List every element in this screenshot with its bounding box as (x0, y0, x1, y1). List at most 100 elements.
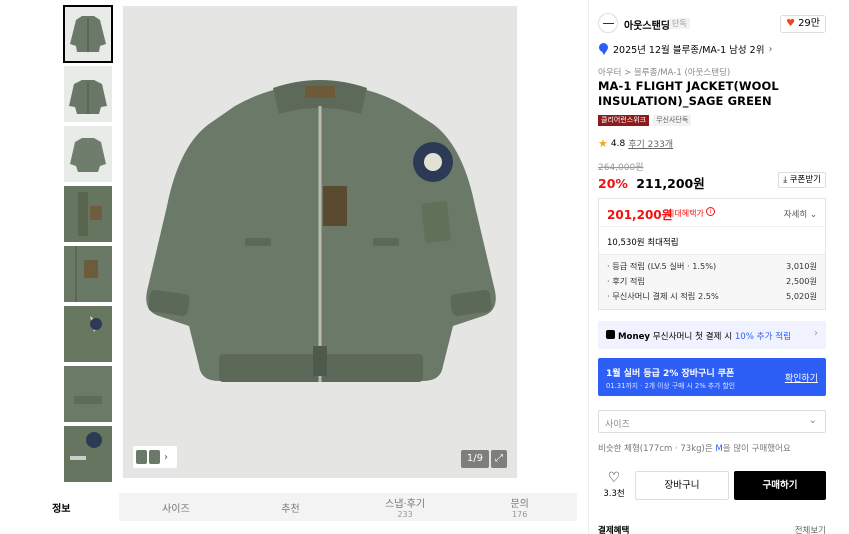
thumbnail-8[interactable] (64, 426, 112, 482)
thumbnail-1[interactable] (63, 5, 113, 63)
product-title: MA-1 FLIGHT JACKET(WOOL INSULATION)_SAGE… (598, 79, 779, 108)
mini-thumb-1 (136, 450, 147, 464)
fit-prefix: 비슷한 체형(177cm · 73kg)은 (598, 444, 716, 454)
heart-outline-icon: ♡ (607, 470, 621, 486)
brand-logo[interactable] (598, 13, 618, 33)
tab-count: 233 (397, 510, 413, 519)
money-banner[interactable]: Money 무신사머니 첫 결제 시 10% 추가 적립 › (598, 321, 826, 349)
payment-benefit-row: 결제혜택 전체보기 (598, 524, 826, 534)
coupon-button[interactable]: ⤓ 쿠폰받기 (778, 172, 826, 188)
brand-tag: 단독 (669, 18, 690, 29)
product-like-count: 3.3천 (603, 489, 625, 499)
tab-recommend[interactable]: 추천 (233, 493, 348, 521)
thumbnail-list (63, 5, 113, 486)
tab-info[interactable]: 정보 (4, 493, 119, 521)
brand-name[interactable]: 아웃스탠딩 (624, 17, 670, 32)
rank-link[interactable]: 2025년 12월 블루종/MA-1 남성 2위 › (598, 42, 772, 56)
points-row-review: · 후기 적립 2,500원 (607, 274, 817, 289)
fit-suffix: 을 많이 구매했어요 (722, 444, 791, 454)
tab-inquiry[interactable]: 문의 176 (462, 493, 577, 521)
action-row: ♡ 3.3천 장바구니 구매하기 (598, 471, 826, 501)
tab-reviews[interactable]: 스냅·후기 233 (347, 493, 463, 521)
product-tabs: 정보 사이즈 추천 스냅·후기 233 문의 176 (4, 493, 577, 521)
brand-row: 아웃스탠딩 단독 ♥ 29만 (598, 13, 826, 35)
expand-icon[interactable]: ⤢ (491, 450, 507, 468)
badge-exclusive: 무신사단독 (653, 115, 692, 126)
money-brand: Money (618, 332, 651, 342)
product-like-button[interactable]: ♡ 3.3천 (598, 471, 630, 499)
points-row-label: · 무신사머니 결제 시 적립 2.5% (607, 291, 719, 301)
size-select-placeholder: 사이즈 (605, 420, 630, 430)
payment-all-link[interactable]: 전체보기 (795, 524, 826, 534)
points-row-grade: · 등급 적립 (LV.5 실버 · 1.5%) 3,010원 (607, 259, 817, 274)
brand-like-button[interactable]: ♥ 29만 (780, 15, 826, 33)
breadcrumb[interactable]: 아우터 > 블루종/MA-1 (아웃스탠딩) (598, 66, 730, 78)
rating-score: 4.8 (610, 138, 626, 149)
detail-toggle[interactable]: 자세히 ⌄ (784, 208, 817, 220)
panel-divider (588, 0, 589, 534)
main-product-image[interactable]: › 1/9 ⤢ (123, 6, 517, 478)
download-icon: ⤓ (783, 175, 788, 185)
fit-recommendation: 비슷한 체형(177cm · 73kg)은 M을 많이 구매했어요 (598, 442, 791, 454)
tab-label: 사이즈 (162, 503, 190, 515)
tab-label: 정보 (52, 503, 71, 515)
money-banner-text: Money 무신사머니 첫 결제 시 10% 추가 적립 (618, 330, 791, 342)
points-row: 10,530원 최대적립 (599, 227, 825, 255)
jacket-image (123, 6, 517, 478)
rank-text: 2025년 12월 블루종/MA-1 남성 2위 (613, 45, 765, 56)
tab-label: 문의 (510, 499, 529, 510)
coupon-banner-sub: 01.31까지 · 2개 이상 구매 시 2% 추가 할인 (606, 382, 736, 390)
points-row-label: · 후기 적립 (607, 276, 645, 286)
sale-price: 211,200원 (636, 176, 705, 191)
coupon-banner-title: 1월 실버 등급 2% 장바구니 쿠폰 (606, 369, 735, 379)
thumbnail-5[interactable] (64, 246, 112, 302)
image-mini-strip[interactable]: › (133, 446, 177, 468)
chevron-right-icon: › (164, 451, 168, 463)
heart-icon: ♥ (786, 18, 796, 29)
brand-like-count: 29만 (798, 18, 820, 29)
buy-button[interactable]: 구매하기 (734, 471, 826, 500)
tab-count: 176 (512, 510, 528, 519)
thumbnail-7[interactable] (64, 366, 112, 422)
points-row-label: · 등급 적립 (LV.5 실버 · 1.5%) (607, 261, 717, 271)
max-benefit-label: 최대혜택가 (667, 209, 704, 218)
benefit-box: 201,200원 최대혜택가 i 자세히 ⌄ 10,530원 최대적립 · 등급… (598, 198, 826, 310)
tab-label: 스냅·후기 (385, 499, 426, 510)
thumbnail-6[interactable] (64, 306, 112, 362)
chevron-down-icon: ⌄ (808, 415, 817, 426)
tab-size[interactable]: 사이즈 (118, 493, 234, 521)
original-price: 264,000원 (598, 163, 644, 173)
tab-label: 추천 (281, 503, 300, 515)
points-label: 10,530원 최대적립 (607, 238, 679, 248)
product-badges: 클리어런스위크 무신사단독 (598, 115, 692, 126)
points-row-value: 2,500원 (786, 276, 817, 286)
size-select[interactable]: 사이즈 ⌄ (598, 410, 826, 433)
chevron-right-icon: › (814, 328, 818, 339)
coupon-label: 쿠폰받기 (789, 175, 821, 185)
badge-clearance: 클리어런스위크 (598, 115, 650, 126)
info-icon[interactable]: i (706, 207, 715, 216)
star-icon: ★ (598, 137, 608, 150)
points-row-value: 3,010원 (786, 261, 817, 271)
thumbnail-2[interactable] (64, 66, 112, 122)
chevron-right-icon: › (768, 43, 773, 55)
cart-coupon-banner: 1월 실버 등급 2% 장바구니 쿠폰 01.31까지 · 2개 이상 구매 시… (598, 358, 826, 396)
rating-row: ★ 4.8 후기 233개 (598, 137, 673, 150)
money-icon (606, 330, 615, 339)
max-benefit-row: 201,200원 최대혜택가 i 자세히 ⌄ (599, 199, 825, 227)
fit-size: M (715, 444, 723, 454)
mini-thumb-2 (149, 450, 160, 464)
money-highlight: 10% 추가 적립 (734, 332, 792, 342)
cart-button[interactable]: 장바구니 (635, 471, 729, 500)
chevron-down-icon: ⌄ (809, 210, 817, 220)
medal-icon (598, 43, 609, 55)
points-row-value: 5,020원 (786, 291, 817, 301)
points-row-money: · 무신사머니 결제 시 적립 2.5% 5,020원 (607, 289, 817, 304)
max-benefit-price: 201,200원 (607, 208, 673, 222)
thumbnail-4[interactable] (64, 186, 112, 242)
review-link[interactable]: 후기 233개 (628, 137, 673, 150)
price-row: 20% 211,200원 (598, 173, 705, 192)
image-pager: 1/9 (460, 450, 489, 468)
thumbnail-3[interactable] (64, 126, 112, 182)
coupon-check-button[interactable]: 확인하기 (785, 371, 818, 384)
